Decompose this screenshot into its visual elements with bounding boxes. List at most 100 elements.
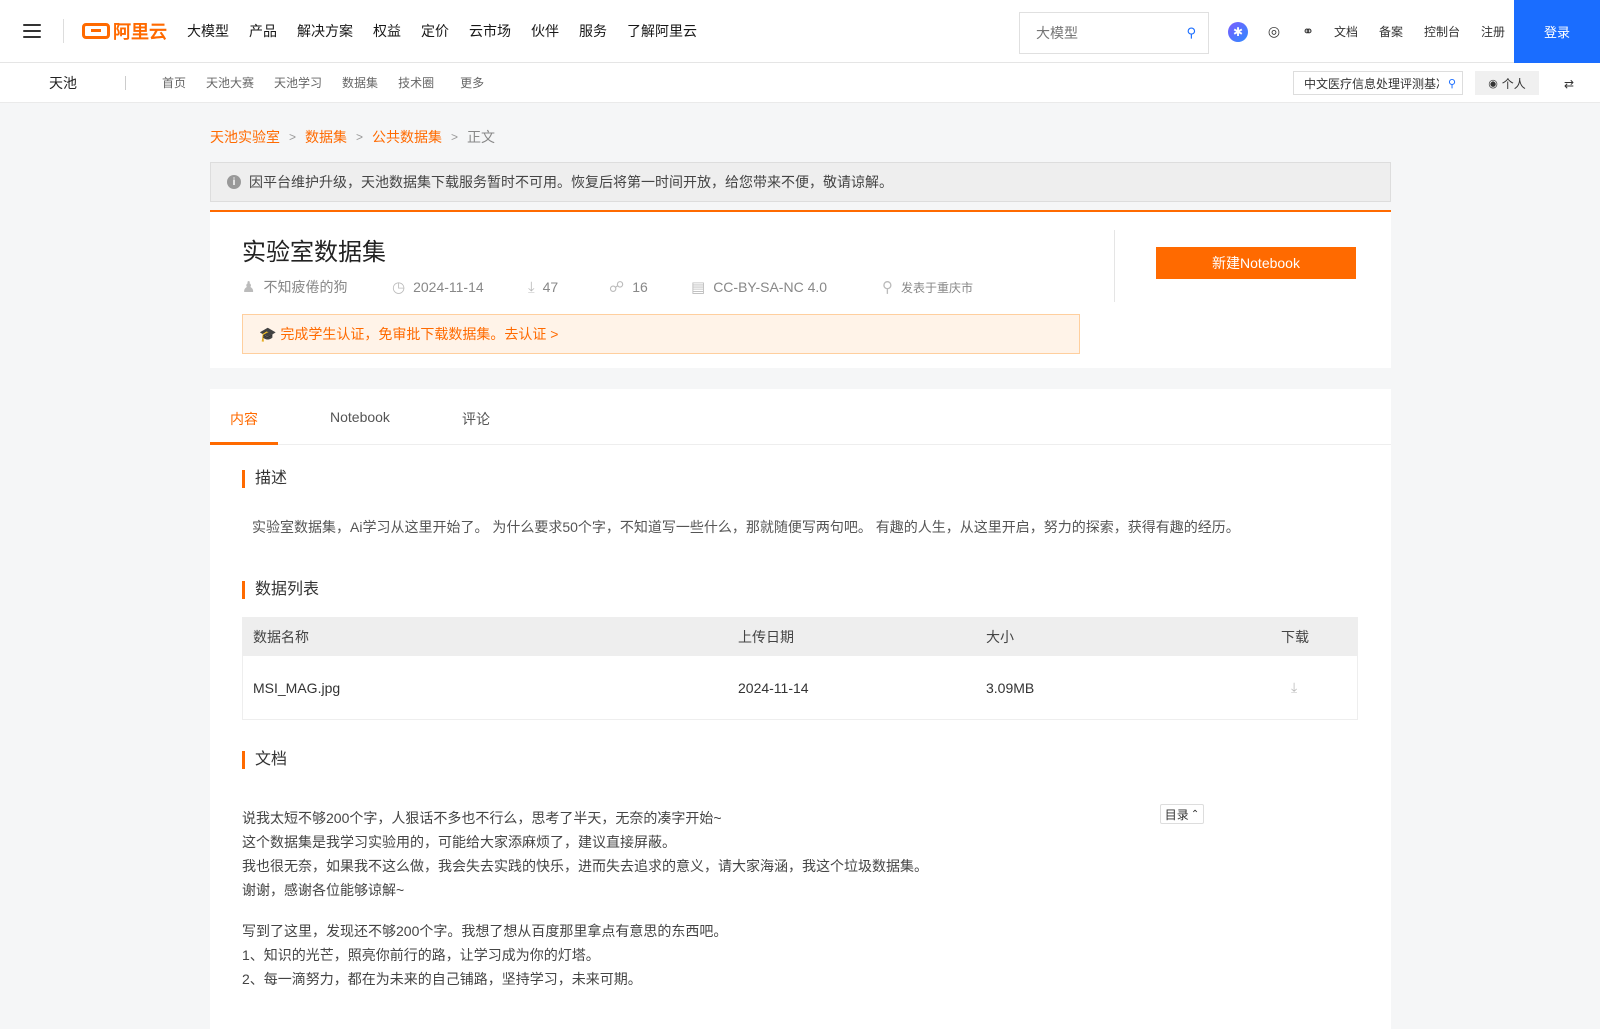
filing-link[interactable]: 备案: [1379, 23, 1403, 40]
tab-notebook[interactable]: Notebook: [330, 409, 390, 425]
description-text: 实验室数据集，Ai学习从这里开始了。 为什么要求50个字，不知道写一些什么，那就…: [252, 519, 1240, 535]
search-icon[interactable]: ⚲: [1448, 77, 1456, 90]
top-navbar: 阿里云 大模型 产品 解决方案 权益 定价 云市场 伙伴 服务 了解阿里云 ⚲ …: [0, 0, 1600, 63]
toc-label: 目录: [1164, 807, 1189, 822]
author-name[interactable]: 不知疲倦的狗: [263, 277, 347, 297]
subnav-item-more[interactable]: 更多: [460, 74, 484, 91]
col-header-size: 大小: [986, 629, 1014, 645]
toc-button[interactable]: 目录 ⌃: [1160, 804, 1204, 824]
doc-body: 说我太短不够200个字，人狠话不多也不行么，思考了半天，无奈的凑字开始~ 这个数…: [242, 806, 928, 991]
nav-item-products[interactable]: 产品: [249, 21, 277, 41]
subnav-item-competitions[interactable]: 天池大赛: [206, 74, 254, 91]
docs-link[interactable]: 文档: [1334, 23, 1358, 40]
meta-date: ◷ 2024-11-14: [392, 278, 528, 296]
share-count: 16: [632, 279, 648, 295]
breadcrumb-current: 正文: [467, 129, 496, 145]
tab-content[interactable]: 内容: [230, 409, 258, 429]
meta-downloads: ⤓ 47: [528, 279, 609, 296]
dashboard-icon[interactable]: ◎: [1266, 23, 1282, 40]
page-title: 实验室数据集: [242, 239, 386, 266]
notice-text: 因平台维护升级，天池数据集下载服务暂时不可用。恢复后将第一时间开放，给您带来不便…: [249, 174, 893, 190]
chevron-right-icon: >: [451, 130, 459, 144]
user-icon: ◉: [1488, 77, 1498, 90]
logo-text: 阿里云: [113, 22, 167, 42]
nav-item-partners[interactable]: 伙伴: [531, 21, 559, 41]
table-header: 数据名称 上传日期 大小 下载: [243, 618, 1357, 656]
chevron-up-icon: ⌃: [1190, 808, 1200, 820]
doc-line: 我也很无奈，如果我不这么做，我会失去实践的快乐，进而失去追求的意义，请大家海涵，…: [242, 858, 928, 874]
logo-mark-icon: [82, 23, 110, 39]
nav-item-services[interactable]: 服务: [579, 21, 607, 41]
file-date: 2024-11-14: [738, 679, 809, 696]
nav-item-pricing[interactable]: 定价: [421, 21, 449, 41]
tianchi-brand[interactable]: 天池: [49, 73, 125, 93]
login-button[interactable]: 登录: [1514, 0, 1600, 63]
dataset-content: 内容 Notebook 评论 描述 实验室数据集，Ai学习从这里开始了。 为什么…: [210, 389, 1391, 1029]
student-cert-banner[interactable]: 🎓 完成学生认证，免审批下载数据集。去认证 >: [242, 314, 1080, 354]
maintenance-notice: i 因平台维护升级，天池数据集下载服务暂时不可用。恢复后将第一时间开放，给您带来…: [210, 162, 1391, 202]
dataset-header: 实验室数据集 ♟ 不知疲倦的狗 ◷ 2024-11-14 ⤓ 47 ☍ 16 ▤…: [210, 210, 1391, 368]
subnav-item-learning[interactable]: 天池学习: [274, 74, 322, 91]
breadcrumb-item-lab[interactable]: 天池实验室: [210, 127, 280, 147]
subnav-item-datasets[interactable]: 数据集: [342, 74, 378, 91]
main-nav: 大模型 产品 解决方案 权益 定价 云市场 伙伴 服务 了解阿里云: [187, 21, 717, 41]
location-pin-icon: ⚲: [882, 279, 893, 296]
tab-comments[interactable]: 评论: [462, 409, 490, 429]
headset-icon[interactable]: ⚭: [1300, 23, 1316, 40]
subnav-search[interactable]: 中文医疗信息处理评测基准 ⚲: [1293, 71, 1463, 95]
info-icon: i: [227, 175, 241, 189]
console-link[interactable]: 控制台: [1424, 23, 1460, 40]
user-icon: ♟: [242, 279, 256, 296]
new-notebook-button[interactable]: 新建Notebook: [1156, 247, 1356, 279]
data-table: 数据名称 上传日期 大小 下载 MSI_MAG.jpg 2024-11-14 3…: [242, 617, 1358, 720]
nav-item-about[interactable]: 了解阿里云: [627, 21, 697, 41]
share-icon: ☍: [609, 279, 625, 296]
file-name: MSI_MAG.jpg: [253, 679, 341, 696]
meta-license: ▤ CC-BY-SA-NC 4.0: [691, 278, 882, 296]
doc-line: 1、知识的光芒，照亮你前行的路，让学习成为你的灯塔。: [242, 947, 600, 963]
table-row: MSI_MAG.jpg 2024-11-14 3.09MB ⤓: [243, 656, 1357, 719]
doc-line: 说我太短不够200个字，人狠话不多也不行么，思考了半天，无奈的凑字开始~: [242, 810, 722, 826]
subnav-item-tech-circle[interactable]: 技术圈: [398, 74, 434, 91]
col-header-date: 上传日期: [738, 629, 794, 645]
nav-item-solutions[interactable]: 解决方案: [297, 21, 353, 41]
tianchi-subnav: 天池 首页 天池大赛 天池学习 数据集 技术圈 更多 中文医疗信息处理评测基准 …: [0, 63, 1600, 103]
divider: [125, 75, 126, 90]
top-search-input[interactable]: [1036, 25, 1176, 41]
breadcrumb-item-datasets[interactable]: 数据集: [305, 127, 347, 147]
publish-date: 2024-11-14: [413, 279, 484, 295]
register-link[interactable]: 注册: [1481, 23, 1505, 40]
doc-line: 2、每一滴努力，都在为未来的自己铺路，坚持学习，未来可期。: [242, 971, 642, 987]
nav-item-models[interactable]: 大模型: [187, 21, 229, 41]
chevron-right-icon: >: [289, 130, 297, 144]
breadcrumb-item-public[interactable]: 公共数据集: [372, 127, 442, 147]
content-tabs: 内容 Notebook 评论: [210, 389, 1391, 445]
aliyun-logo[interactable]: 阿里云: [82, 18, 167, 44]
nav-item-marketplace[interactable]: 云市场: [469, 21, 511, 41]
license-text: CC-BY-SA-NC 4.0: [713, 279, 828, 295]
top-search: ⚲: [1019, 12, 1209, 54]
col-header-download: 下载: [1281, 629, 1309, 645]
subnav-item-home[interactable]: 首页: [162, 74, 186, 91]
clock-icon: ◷: [392, 279, 406, 296]
search-icon[interactable]: ⚲: [1186, 25, 1196, 41]
menu-icon[interactable]: [23, 24, 41, 38]
section-title-data-list: 数据列表: [242, 581, 319, 599]
download-count: 47: [542, 279, 559, 295]
download-icon: ⤓: [528, 278, 535, 296]
doc-line: 写到了这里，发现还不够200个字。我想了想从百度那里拿点有意思的东西吧。: [242, 923, 728, 939]
doc-line: 这个数据集是我学习实验用的，可能给大家添麻烦了，建议直接屏蔽。: [242, 834, 676, 850]
download-icon[interactable]: ⤓: [1291, 679, 1297, 696]
document-icon: ▤: [691, 279, 706, 296]
personal-button[interactable]: ◉ 个人: [1475, 71, 1539, 95]
meta-location: ⚲ 发表于重庆市: [882, 278, 973, 296]
location-text: 发表于重庆市: [901, 280, 974, 295]
section-title-docs: 文档: [242, 751, 287, 769]
expand-icon[interactable]: ⇄: [1564, 77, 1574, 91]
ai-assistant-icon[interactable]: ✱: [1228, 21, 1248, 42]
col-header-name: 数据名称: [253, 629, 309, 645]
section-title-description: 描述: [242, 470, 287, 488]
file-size: 3.09MB: [986, 679, 1035, 696]
nav-item-benefits[interactable]: 权益: [373, 21, 401, 41]
